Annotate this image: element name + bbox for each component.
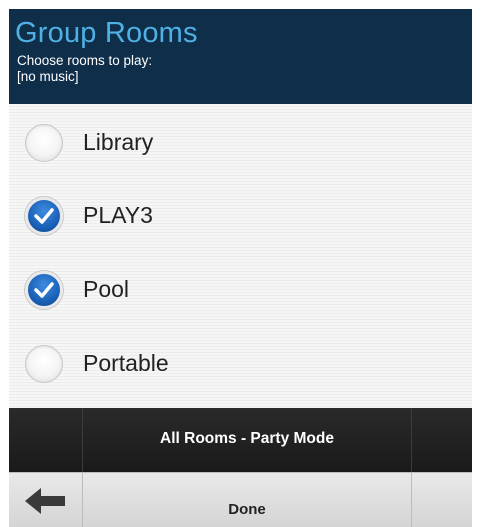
room-label: Portable [83,350,169,376]
party-mode-bar: All Rooms - Party Mode [9,408,472,472]
party-mode-button[interactable]: All Rooms - Party Mode [83,430,411,448]
unchecked-radio-icon[interactable] [25,124,63,162]
divider [411,473,412,527]
room-row-play3[interactable]: PLAY3 [9,180,472,254]
checkmark-icon[interactable] [25,271,63,309]
subtitle: Choose rooms to play: [17,53,153,68]
done-button[interactable]: Done [83,501,411,518]
checkmark-icon[interactable] [25,197,63,235]
room-row-portable[interactable]: Portable [9,328,472,402]
back-button[interactable] [9,473,82,527]
room-row-pool[interactable]: Pool [9,254,472,328]
divider [82,473,83,527]
page-title: Group Rooms [15,17,198,49]
room-label: Pool [83,276,130,302]
arrow-left-icon [25,488,65,514]
room-label: Library [83,129,154,155]
now-playing: [no music] [17,69,79,84]
divider [411,408,412,472]
room-list: Library PLAY3 Pool Portable [9,104,472,408]
bottom-toolbar: Done [9,472,472,527]
unchecked-radio-icon[interactable] [25,345,63,383]
group-rooms-screen: Group Rooms Choose rooms to play: [no mu… [9,9,472,527]
header: Group Rooms Choose rooms to play: [no mu… [9,9,472,104]
room-row-library[interactable]: Library [9,107,472,181]
room-label: PLAY3 [83,202,153,228]
